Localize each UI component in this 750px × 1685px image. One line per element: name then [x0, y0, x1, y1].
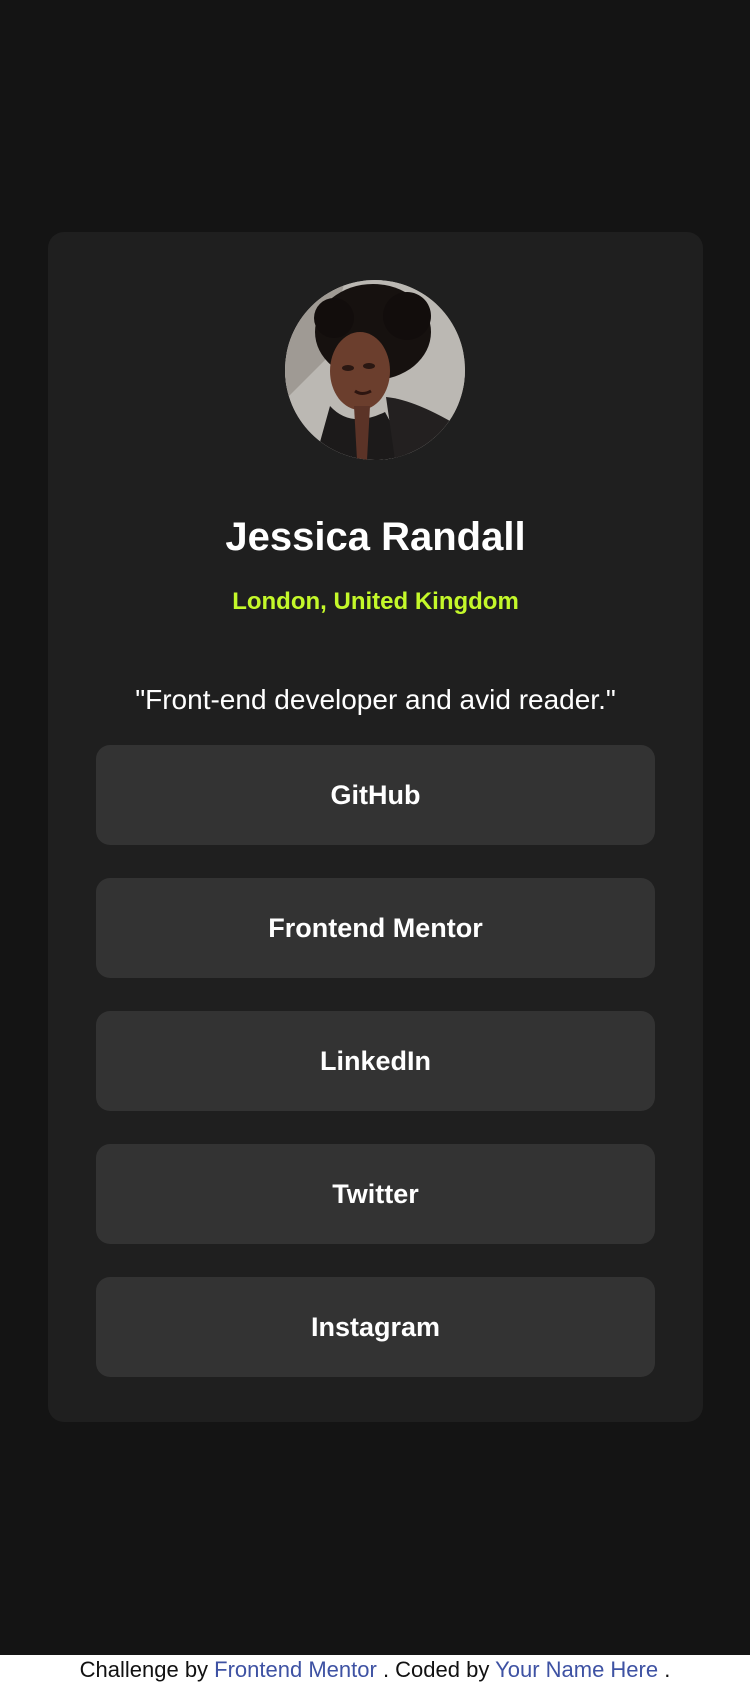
profile-name: Jessica Randall	[225, 514, 526, 559]
frontend-mentor-attribution-link[interactable]: Frontend Mentor	[214, 1657, 377, 1682]
profile-card: Jessica Randall London, United Kingdom "…	[48, 232, 703, 1422]
linkedin-link-button[interactable]: LinkedIn	[96, 1011, 655, 1111]
twitter-link-button[interactable]: Twitter	[96, 1144, 655, 1244]
attribution-prefix: Challenge by	[79, 1657, 215, 1682]
frontend-mentor-link-button[interactable]: Frontend Mentor	[96, 878, 655, 978]
social-links: GitHub Frontend Mentor LinkedIn Twitter …	[96, 745, 655, 1377]
attribution-middle: . Coded by	[382, 1657, 496, 1682]
avatar-image	[285, 280, 465, 460]
attribution: Challenge by Frontend Mentor . Coded by …	[0, 1655, 750, 1685]
profile-location: London, United Kingdom	[232, 588, 519, 615]
avatar	[285, 280, 465, 460]
instagram-link-button[interactable]: Instagram	[96, 1277, 655, 1377]
author-link[interactable]: Your Name Here	[495, 1657, 658, 1682]
github-link-button[interactable]: GitHub	[96, 745, 655, 845]
profile-bio: "Front-end developer and avid reader."	[135, 684, 616, 715]
attribution-suffix: .	[664, 1657, 671, 1682]
